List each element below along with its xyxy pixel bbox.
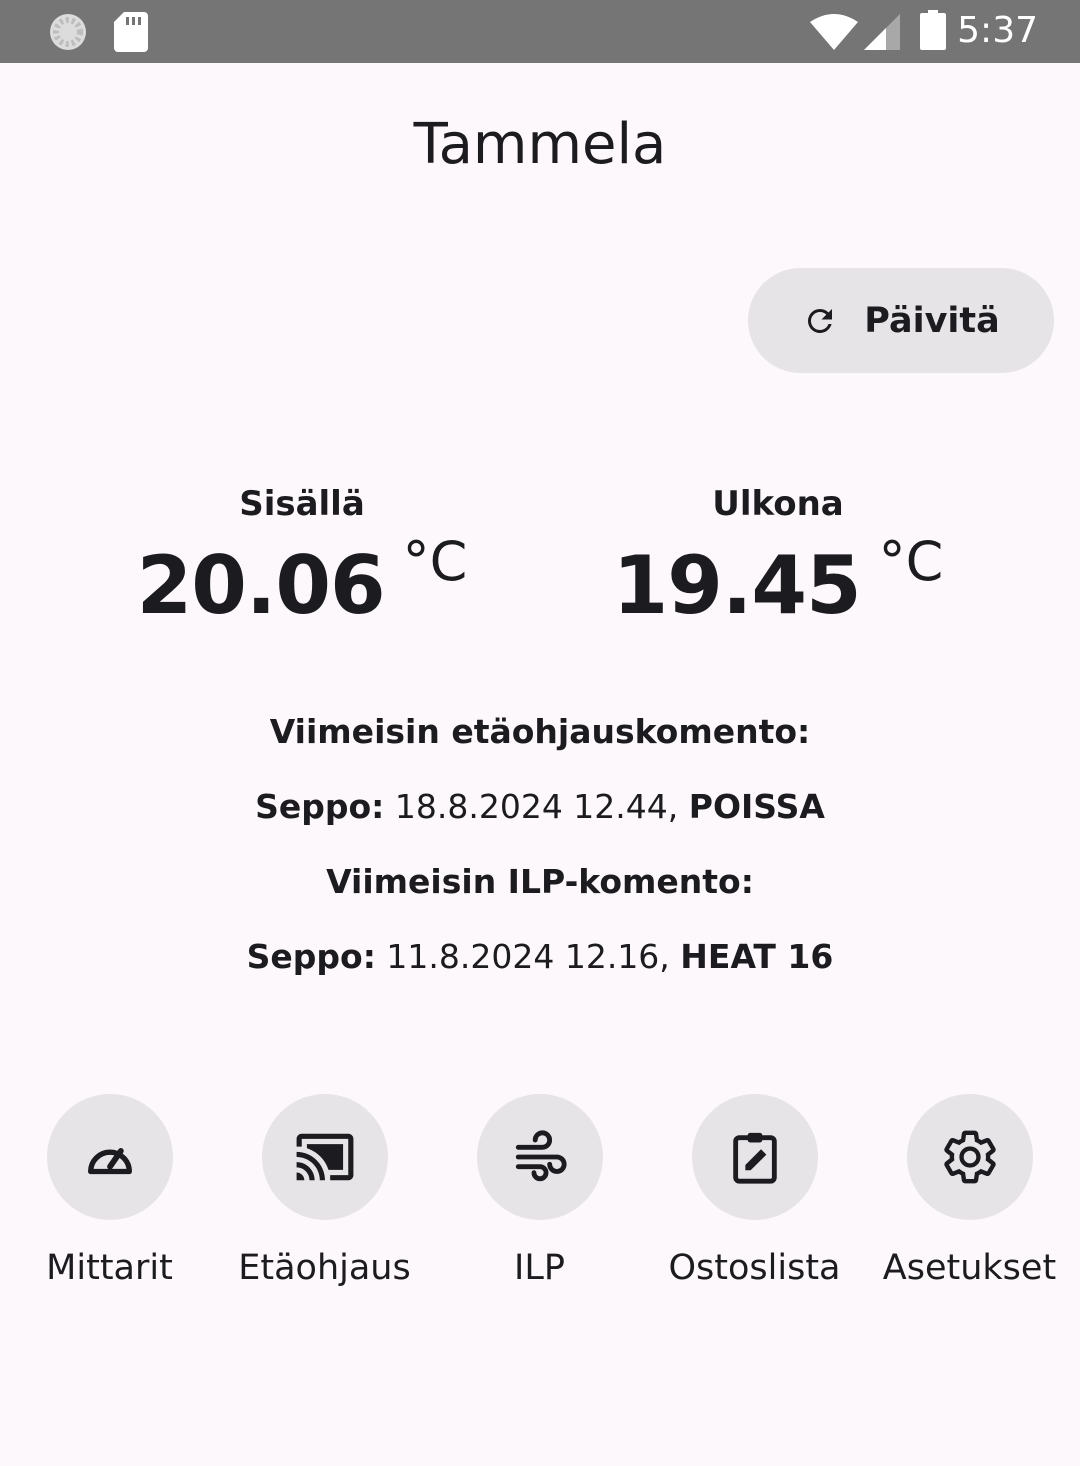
speedometer-icon [81,1128,139,1186]
nav-item-etaohjaus[interactable]: Etäohjaus [217,1094,432,1288]
ilp-command-user: Seppo: [246,937,376,976]
outside-label: Ulkona [712,484,844,524]
nav-label-ilp: ILP [514,1248,565,1288]
nav-item-ilp[interactable]: ILP [432,1094,647,1288]
remote-command-heading: Viimeisin etäohjauskomento: [269,712,811,751]
remote-command-action: POISSA [688,787,825,826]
refresh-button[interactable]: Päivitä [748,268,1054,373]
refresh-label: Päivitä [864,300,1000,341]
inside-value: 20.06 [136,539,386,632]
remote-command-time: 18.8.2024 12.44, [384,787,679,826]
nav-button-etaohjaus[interactable] [261,1094,388,1220]
bottom-nav: Mittarit Etäohjaus ILP Ostoslista Asetuk… [0,1094,1080,1294]
page-title: Tammela [413,112,667,177]
inside-unit: °C [402,530,468,593]
cast-icon [294,1126,356,1188]
inside-label: Sisällä [239,484,365,524]
outside-value: 19.45 [612,539,862,632]
ilp-command-action: HEAT 16 [680,937,834,976]
ilp-command-detail: Seppo: 11.8.2024 12.16, HEAT 16 [0,935,1080,979]
remote-command-detail: Seppo: 18.8.2024 12.44, POISSA [0,785,1080,829]
ilp-command-heading: Viimeisin ILP-komento: [326,862,754,901]
status-time: 5:37 [957,10,1038,51]
inside-temperature: Sisällä 20.06 °C [92,478,512,634]
clipboard-edit-icon [726,1128,784,1186]
nav-label-asetukset: Asetukset [882,1248,1057,1288]
sync-icon [48,12,88,57]
nav-button-mittarit[interactable] [46,1094,173,1220]
nav-label-ostoslista: Ostoslista [668,1248,841,1288]
air-icon [511,1128,569,1186]
nav-button-ilp[interactable] [476,1094,603,1220]
remote-command-user: Seppo: [255,787,385,826]
battery-icon [920,10,946,55]
nav-label-mittarit: Mittarit [46,1248,173,1288]
ilp-command-time: 11.8.2024 12.16, [375,937,670,976]
nav-item-ostoslista[interactable]: Ostoslista [647,1094,862,1288]
nav-button-ostoslista[interactable] [691,1094,818,1220]
cell-signal-icon [864,14,900,55]
nav-item-mittarit[interactable]: Mittarit [2,1094,217,1288]
outside-unit: °C [878,530,944,593]
status-bar: 5:37 [0,0,1080,63]
outside-temperature: Ulkona 19.45 °C [568,478,988,634]
nav-button-asetukset[interactable] [906,1094,1033,1220]
gear-icon [941,1128,999,1186]
sd-card-icon [114,12,148,57]
nav-label-etaohjaus: Etäohjaus [238,1248,411,1288]
wifi-icon [810,14,858,55]
nav-item-asetukset[interactable]: Asetukset [862,1094,1077,1288]
refresh-icon [802,303,838,339]
